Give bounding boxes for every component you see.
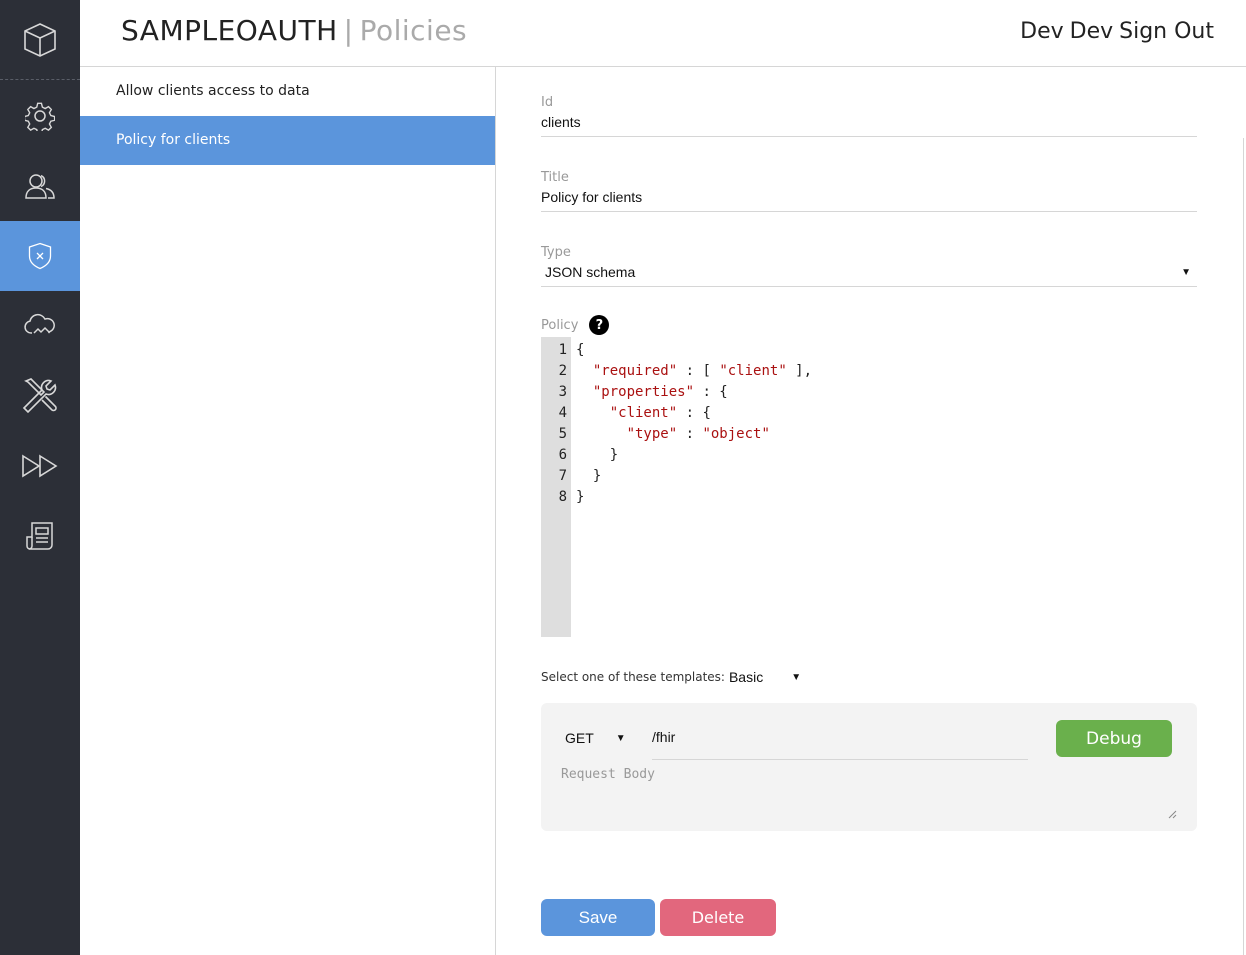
code-line: }	[576, 468, 602, 484]
title-separator: |	[343, 14, 354, 47]
document-icon	[26, 522, 53, 550]
line-number: 2	[558, 363, 567, 379]
sidebar	[0, 0, 80, 955]
policy-list: Allow clients access to data Policy for …	[80, 67, 496, 955]
users-icon	[25, 174, 55, 199]
tools-icon	[22, 378, 57, 414]
code-line: "type" : "object"	[626, 426, 770, 442]
line-number: 4	[558, 405, 567, 421]
code-line: {	[576, 342, 585, 358]
id-label: Id	[541, 95, 554, 110]
cloud-icon	[24, 313, 55, 334]
request-body-textarea[interactable]: Request Body	[561, 767, 1177, 819]
id-input[interactable]: clients	[541, 114, 1197, 137]
line-number-gutter: 1 2 3 4 5 6 7 8	[541, 337, 571, 637]
policy-label-row: Policy ?	[541, 315, 610, 335]
sidebar-item-forward[interactable]	[0, 431, 80, 501]
title-input[interactable]: Policy for clients	[541, 189, 1197, 212]
line-number: 3	[558, 384, 567, 400]
sidebar-item-policies[interactable]	[0, 221, 80, 291]
line-number: 1	[558, 342, 567, 358]
line-number: 5	[558, 426, 567, 442]
list-item[interactable]: Policy for clients	[80, 116, 495, 165]
sidebar-item-tools[interactable]	[0, 361, 80, 431]
resize-handle-icon[interactable]	[1167, 809, 1177, 819]
top-header: SAMPLEOAUTH | Policies Dev Dev Sign Out	[80, 0, 1246, 67]
line-number: 8	[558, 489, 567, 505]
code-line: "client" : {	[609, 405, 711, 421]
code-line: "required" : [ "client" ],	[592, 363, 813, 379]
help-icon[interactable]: ?	[589, 315, 610, 335]
user-first-name: Dev	[1020, 19, 1064, 44]
code-content[interactable]: { "required" : [ "client" ], "properties…	[576, 340, 812, 508]
sidebar-item-users[interactable]	[0, 151, 80, 221]
gear-icon	[25, 102, 55, 131]
policy-label: Policy	[541, 317, 579, 333]
scrollbar-track[interactable]	[1243, 138, 1244, 955]
type-selected-value: JSON schema	[545, 264, 636, 280]
delete-button[interactable]: Delete	[660, 899, 776, 936]
list-item[interactable]: Allow clients access to data	[80, 67, 495, 116]
type-label: Type	[541, 245, 571, 260]
line-number: 7	[558, 468, 567, 484]
chevron-down-icon: ▼	[1181, 266, 1191, 278]
title-label: Title	[541, 170, 569, 185]
type-field-group: Type JSON schema ▼	[541, 245, 1197, 287]
line-number: 6	[558, 447, 567, 463]
type-select[interactable]: JSON schema ▼	[541, 264, 1197, 287]
code-line: }	[576, 447, 619, 463]
sidebar-item-settings[interactable]	[0, 81, 80, 151]
code-editor[interactable]: 1 2 3 4 5 6 7 8 { "required" : [ "client…	[541, 337, 1197, 637]
sidebar-item-docs[interactable]	[0, 501, 80, 571]
request-body-placeholder: Request Body	[561, 767, 655, 782]
chevron-down-icon: ▼	[791, 671, 802, 683]
template-select[interactable]: Basic ▼	[729, 669, 801, 685]
title-field-group: Title Policy for clients	[541, 170, 1197, 212]
code-line: "properties" : {	[592, 384, 728, 400]
url-input[interactable]: /fhir	[652, 727, 1028, 760]
cube-icon	[24, 22, 56, 57]
sidebar-logo[interactable]	[0, 0, 80, 80]
debug-panel: GET ▼ /fhir Debug Request Body	[541, 703, 1197, 831]
user-last-name: Dev	[1069, 19, 1114, 44]
method-select[interactable]: GET ▼	[565, 730, 626, 746]
sign-out-link[interactable]: Sign Out	[1119, 19, 1214, 44]
templates-row: Select one of these templates: Basic ▼	[541, 669, 801, 685]
code-line: }	[576, 489, 585, 505]
user-area: Dev Dev Sign Out	[1014, 19, 1214, 44]
save-button[interactable]: Save	[541, 899, 655, 936]
page-title: SAMPLEOAUTH | Policies	[121, 14, 467, 47]
fast-forward-icon	[22, 454, 58, 478]
templates-label: Select one of these templates:	[541, 670, 725, 684]
sidebar-item-cloud[interactable]	[0, 291, 80, 361]
method-selected-value: GET	[565, 730, 594, 746]
chevron-down-icon: ▼	[615, 732, 626, 744]
id-field-group: Id clients	[541, 95, 1197, 137]
shield-icon	[28, 242, 52, 270]
section-name: Policies	[359, 14, 468, 47]
debug-button[interactable]: Debug	[1056, 720, 1172, 757]
url-value: /fhir	[652, 729, 676, 745]
brand-name[interactable]: SAMPLEOAUTH	[121, 14, 338, 47]
template-selected-value: Basic	[728, 669, 764, 685]
